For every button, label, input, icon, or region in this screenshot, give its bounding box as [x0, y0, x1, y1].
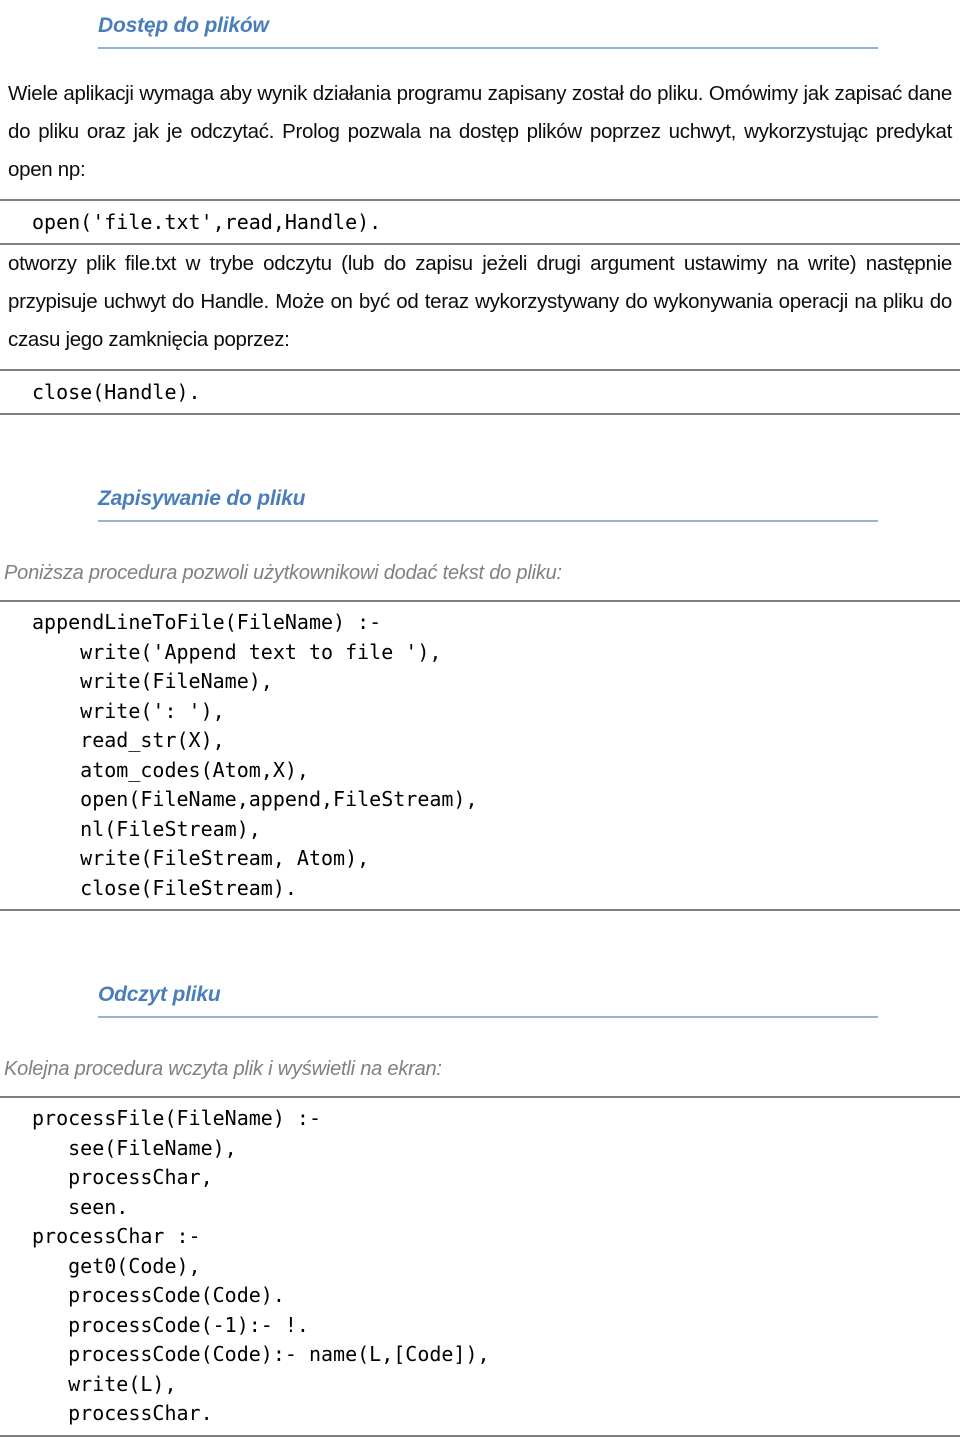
caption-append-procedure: Poniższa procedura pozwoli użytkownikowi… [4, 562, 562, 585]
code-block-process-file: processFile(FileName) :- see(FileName), … [0, 1096, 960, 1437]
code-open-file: open('file.txt',read,Handle). [32, 210, 382, 235]
caption-read-procedure: Kolejna procedura wczyta plik i wyświetl… [4, 1058, 442, 1081]
section-gap-1 [0, 415, 960, 487]
code-block-open: open('file.txt',read,Handle). [0, 199, 960, 246]
section-heading-reading-file: Odczyt pliku [98, 983, 221, 1007]
caption-gap-1 [0, 522, 960, 556]
code-append-line-to-file: appendLineToFile(FileName) :- write('App… [32, 610, 478, 900]
top-spacer [0, 0, 960, 14]
heading-rule [98, 47, 878, 50]
paragraph-handle-explanation: otworzy plik file.txt w trybe odczytu (l… [8, 252, 952, 352]
caption-gap-2 [0, 1018, 960, 1052]
document-page: Dostęp do plików Wiele aplikacji wymaga … [0, 0, 960, 1437]
section-gap-2 [0, 911, 960, 983]
code-close-handle: close(Handle). [32, 380, 201, 405]
code-process-file: processFile(FileName) :- see(FileName), … [32, 1106, 490, 1426]
code-block-close: close(Handle). [0, 369, 960, 416]
code-block-append-line-to-file: appendLineToFile(FileName) :- write('App… [0, 600, 960, 912]
section-heading-writing-to-file: Zapisywanie do pliku [98, 487, 306, 511]
section-heading-file-access: Dostęp do plików [98, 14, 269, 37]
paragraph-file-access-intro: Wiele aplikacji wymaga aby wynik działan… [8, 82, 952, 182]
